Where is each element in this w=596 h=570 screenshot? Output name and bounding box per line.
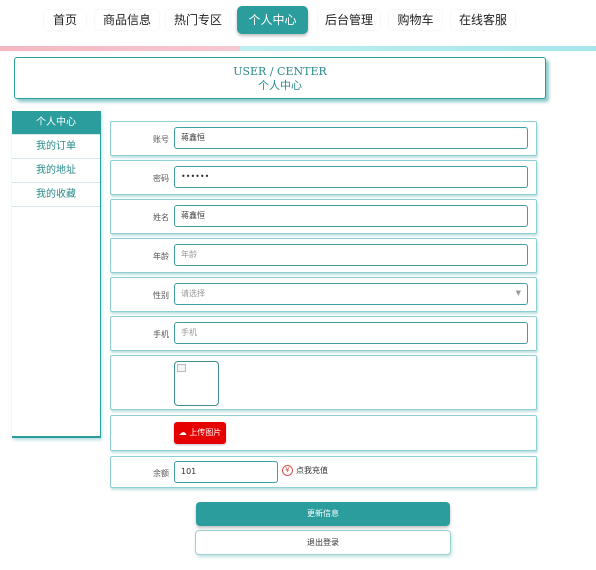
balance-label: 余额 [153,469,169,478]
balance-field[interactable]: 101 [174,461,278,483]
upload-row: ☁ 上传图片 [110,415,537,451]
age-label: 年龄 [153,252,169,261]
name-row: 姓名 蒋鑫恒 [110,199,537,234]
password-label: 密码 [153,174,169,183]
recharge-link[interactable]: 点我充值 [296,465,328,477]
page-title-cn: 个人中心 [258,79,302,92]
sidebar-item-user-center[interactable]: 个人中心 [12,111,100,135]
nav-item-hot-zone[interactable]: 热门专区 [166,10,230,30]
age-row: 年龄 年龄 [110,238,537,273]
balance-row: 余额 101 ¥ 点我充值 [110,456,537,488]
password-field[interactable]: •••••• [174,166,528,188]
decor-stripe-pink [0,46,240,51]
top-nav: 首页 商品信息 热门专区 个人中心 后台管理 购物车 在线客服 [0,0,596,46]
nav-item-home[interactable]: 首页 [44,10,86,30]
gender-row: 性别 请选择 ▼ [110,277,537,312]
name-label: 姓名 [153,213,169,222]
avatar-row [110,355,537,410]
sidebar: 个人中心 我的订单 我的地址 我的收藏 [12,111,101,438]
nav-item-products[interactable]: 商品信息 [95,10,159,30]
update-info-button[interactable]: 更新信息 [196,502,450,526]
phone-field[interactable]: 手机 [174,322,528,344]
nav-item-user-center[interactable]: 个人中心 [237,6,308,34]
nav-item-admin[interactable]: 后台管理 [318,10,380,30]
gender-select[interactable]: 请选择 ▼ [174,283,528,305]
password-row: 密码 •••••• [110,160,537,195]
upload-image-button[interactable]: ☁ 上传图片 [174,422,226,444]
account-label: 账号 [153,135,169,144]
avatar-image [174,361,219,406]
upload-button-label: 上传图片 [189,428,222,437]
age-field[interactable]: 年龄 [174,244,528,266]
name-field[interactable]: 蒋鑫恒 [174,205,528,227]
account-field[interactable]: 蒋鑫恒 [174,127,528,149]
page-title-box: USER / CENTER 个人中心 [14,57,546,99]
logout-button[interactable]: 退出登录 [195,530,451,555]
account-row: 账号 蒋鑫恒 [110,121,537,156]
nav-item-customer-service[interactable]: 在线客服 [451,10,515,30]
decor-stripe-cyan [240,46,596,51]
gender-label: 性别 [153,291,169,300]
yen-icon[interactable]: ¥ [282,465,293,476]
sidebar-item-address[interactable]: 我的地址 [12,159,100,183]
broken-image-icon [177,364,186,372]
phone-label: 手机 [153,330,169,339]
phone-row: 手机 手机 [110,316,537,351]
page-title-en: USER / CENTER [233,65,327,78]
sidebar-item-favorites[interactable]: 我的收藏 [12,183,100,207]
gender-select-placeholder: 请选择 [181,289,205,298]
sidebar-item-orders[interactable]: 我的订单 [12,135,100,159]
cloud-upload-icon: ☁ [178,428,187,437]
nav-item-cart[interactable]: 购物车 [389,10,442,30]
chevron-down-icon: ▼ [515,289,521,297]
